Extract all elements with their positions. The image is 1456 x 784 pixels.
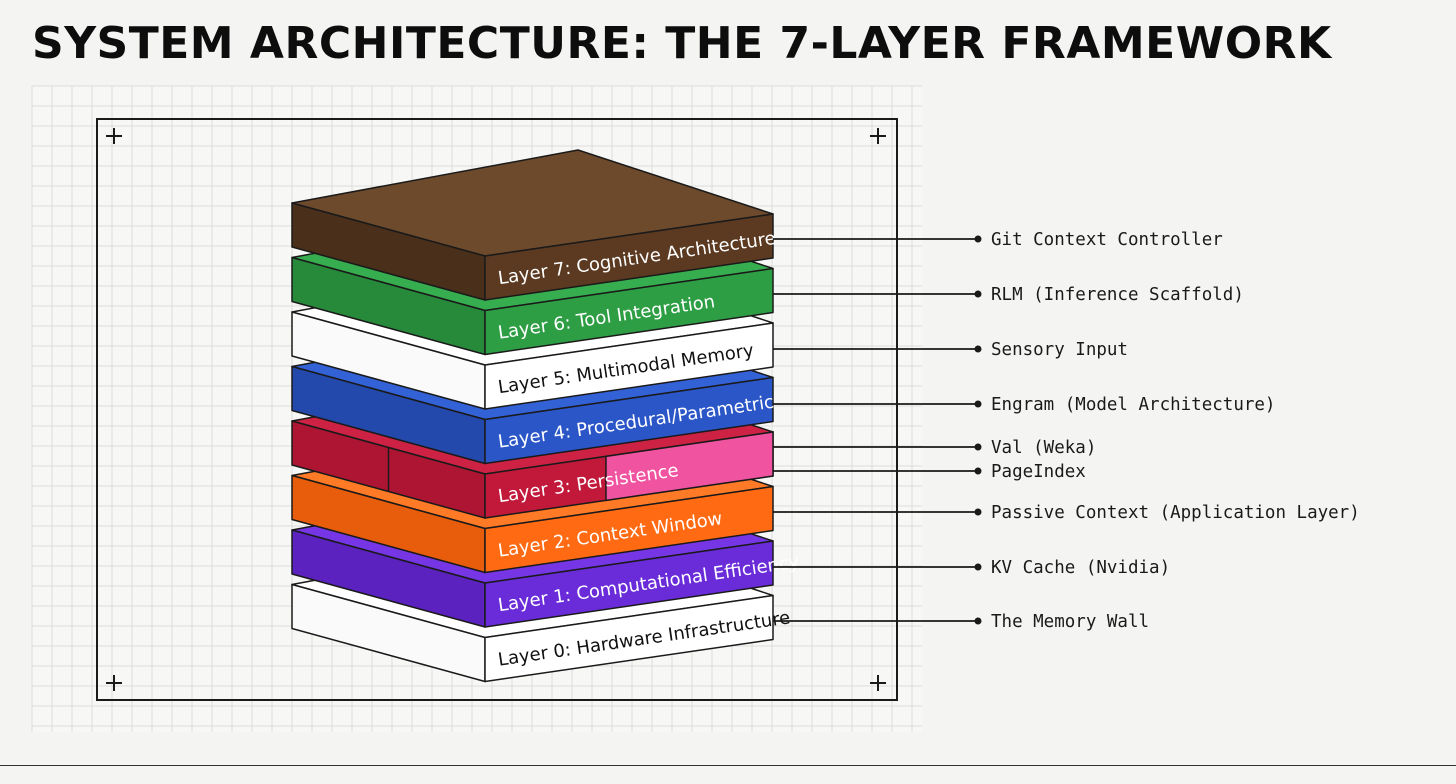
callout-dot-icon (974, 617, 982, 625)
callout-dot-icon (974, 467, 982, 475)
callout-dot-icon (974, 290, 982, 298)
callout-label: KV Cache (Nvidia) (991, 558, 1170, 578)
layers-group: Layer 0: Hardware InfrastructureLayer 1:… (291, 149, 801, 683)
callout-label: Engram (Model Architecture) (991, 395, 1275, 415)
callout-dot-icon (974, 443, 982, 451)
layer-stack-diagram: Layer 0: Hardware InfrastructureLayer 1:… (31, 85, 1360, 732)
callout-label: PageIndex (991, 462, 1086, 482)
bottom-divider (0, 765, 1456, 766)
callout-dot-icon (974, 400, 982, 408)
callout-label: The Memory Wall (991, 612, 1149, 632)
callout-label: RLM (Inference Scaffold) (991, 285, 1244, 305)
callout-dot-icon (974, 563, 982, 571)
callout-label: Git Context Controller (991, 230, 1223, 250)
callout-label: Sensory Input (991, 340, 1128, 360)
callout-dot-icon (974, 235, 982, 243)
callout-label: Val (Weka) (991, 438, 1096, 458)
callout-dot-icon (974, 345, 982, 353)
callout-dot-icon (974, 508, 982, 516)
callout-label: Passive Context (Application Layer) (991, 503, 1360, 523)
